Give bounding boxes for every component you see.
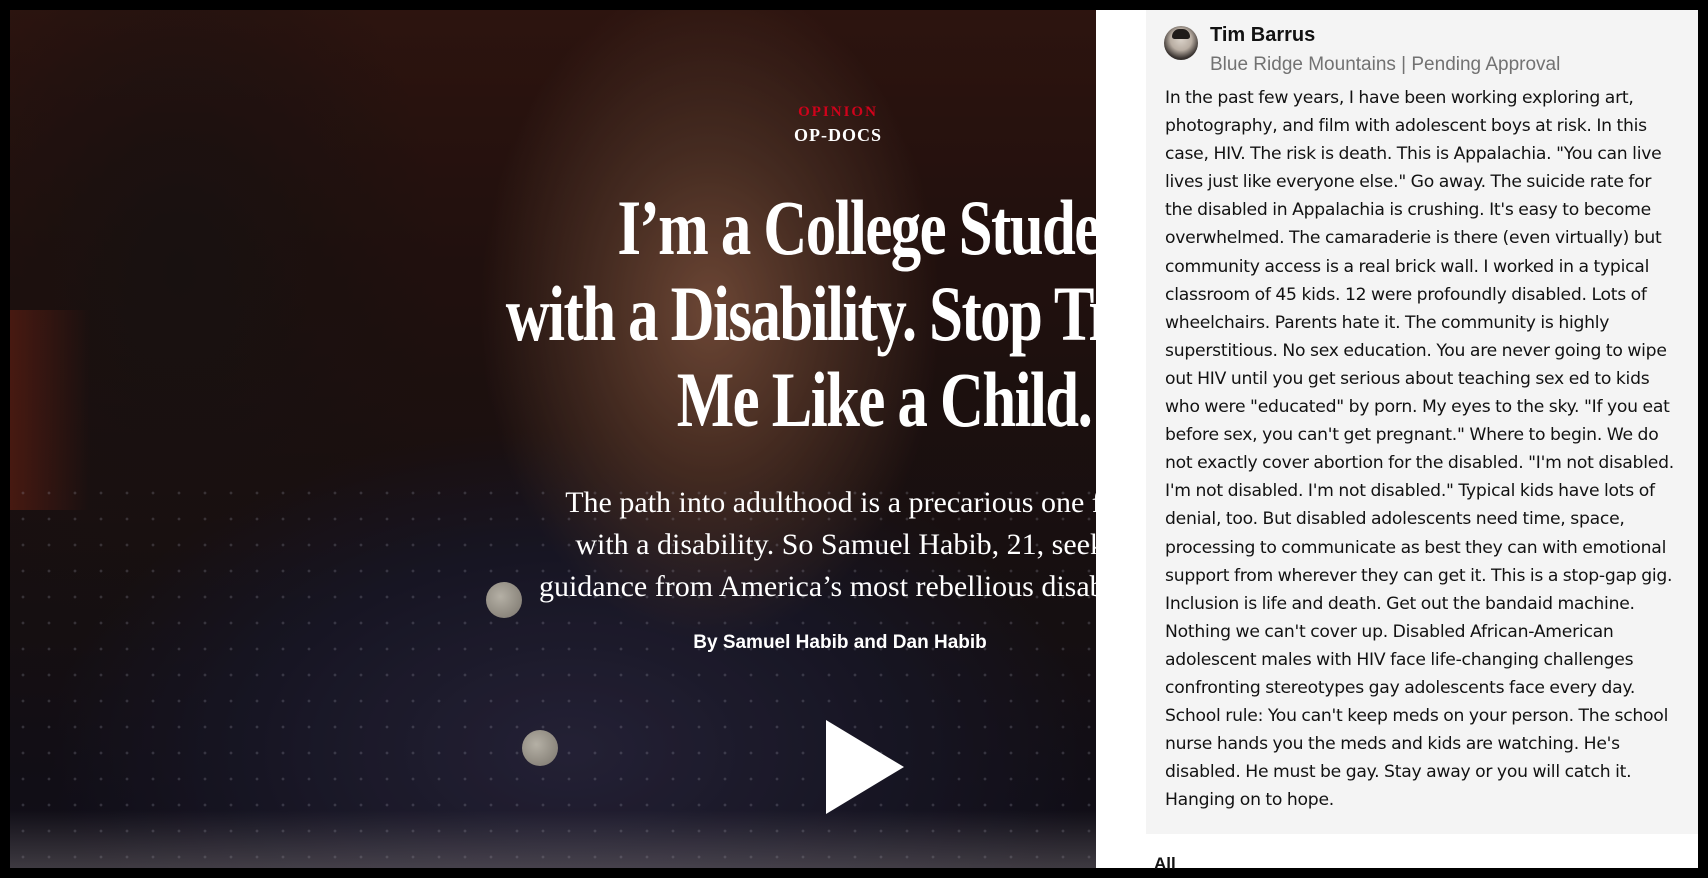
comment-line: superstitious. No sex education. You are… [1165, 340, 1667, 361]
section-label[interactable]: OPINION [760, 104, 916, 121]
comment-line: processing to communicate as best they c… [1165, 537, 1667, 558]
comment-line: denial, too. But disabled adolescents ne… [1165, 509, 1625, 530]
comment-line: case, HIV. The risk is death. This is Ap… [1165, 144, 1662, 165]
comment-body: In the past few years, I have been worki… [1165, 84, 1675, 814]
comment-line: before sex, you can't get pregnant." Whe… [1165, 425, 1659, 446]
comment-line: overwhelmed. The camaraderie is there (e… [1165, 228, 1662, 249]
column-label[interactable]: OP-DOCS [760, 125, 916, 146]
comment-line: nurse hands you the meds and kids are wa… [1165, 734, 1620, 755]
foreground-blur [10, 810, 1096, 868]
comment-line: out HIV until you get serious about teac… [1165, 368, 1650, 389]
comment-line: lives just like everyone else." Go away.… [1165, 172, 1652, 193]
comment-line: not exactly cover abortion for the disab… [1165, 453, 1674, 474]
tab-all[interactable]: All [1154, 854, 1176, 874]
comment-line: Nothing we can't cover up. Disabled Afri… [1165, 621, 1614, 642]
comment-line: photography, and film with adolescent bo… [1165, 116, 1647, 137]
comment-line: In the past few years, I have been worki… [1165, 88, 1634, 108]
play-icon[interactable] [826, 720, 904, 814]
comment-line: confronting stereotypes gay adolescents … [1165, 677, 1636, 698]
comment-line: School rule: You can't keep meds on your… [1165, 706, 1669, 727]
comment-line: adolescent males with HIV face life-chan… [1165, 649, 1634, 670]
comment-meta: Blue Ridge Mountains | Pending Approval [1210, 54, 1561, 75]
comment-author[interactable]: Tim Barrus [1210, 24, 1315, 47]
comment-line: Hanging on to hope. [1165, 790, 1334, 811]
comment-line: Inclusion is life and death. Get out the… [1165, 593, 1635, 614]
avatar[interactable] [1164, 26, 1198, 60]
comment-line: classroom of 45 kids. 12 were profoundly… [1165, 284, 1647, 305]
comment-line: wheelchairs. Parents hate it. The commun… [1165, 312, 1610, 333]
comment-line: disabled. He must be gay. Stay away or y… [1165, 762, 1632, 783]
comment-line: community access is a real brick wall. I… [1165, 256, 1650, 277]
comment-line: support from wherever they can get it. T… [1165, 565, 1673, 586]
comment-line: I'm not disabled. I'm not disabled." Typ… [1165, 481, 1655, 502]
comment-line: who were "educated" by porn. My eyes to … [1165, 397, 1670, 418]
comment-line: the disabled in Appalachia is crushing. … [1165, 200, 1651, 221]
byline: By Samuel Habib and Dan Habib [693, 632, 987, 653]
